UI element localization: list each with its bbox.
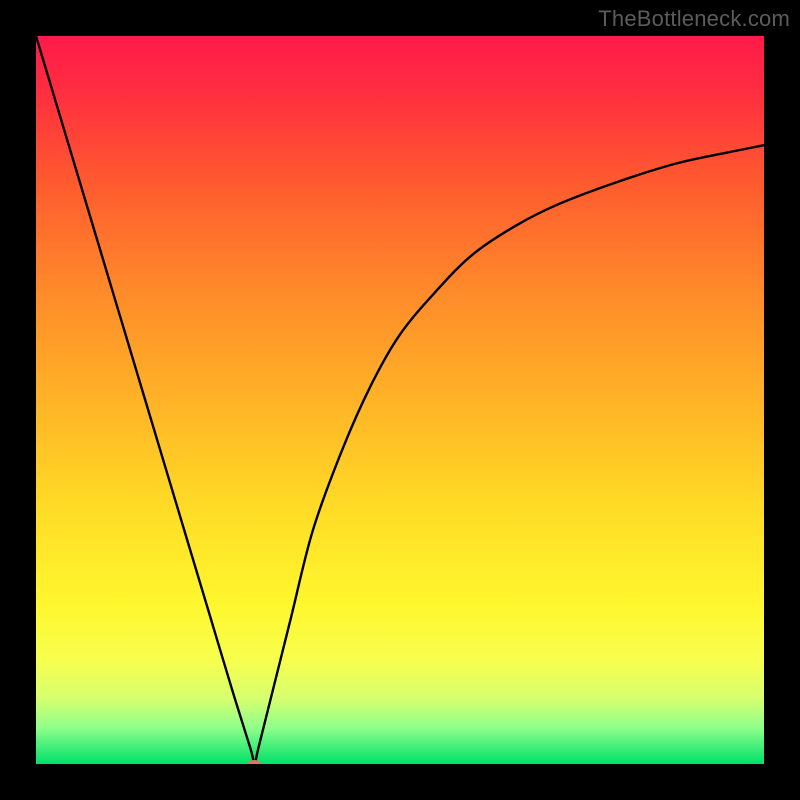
curve-layer <box>36 36 764 764</box>
plot-area <box>36 36 764 764</box>
minimum-marker <box>247 760 261 764</box>
attribution-label: TheBottleneck.com <box>598 6 790 32</box>
bottleneck-curve <box>36 36 764 764</box>
chart-frame: TheBottleneck.com <box>0 0 800 800</box>
